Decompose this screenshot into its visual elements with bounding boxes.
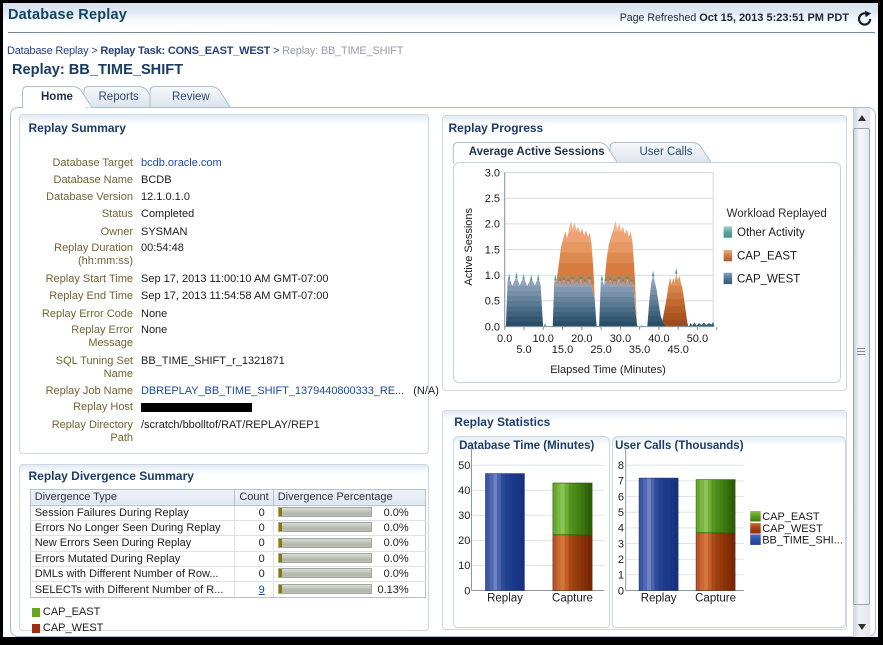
svg-text:10.0: 10.0 [533,333,554,345]
svg-text:30: 30 [458,510,470,522]
svg-text:15.0: 15.0 [552,345,573,357]
svg-text:8: 8 [618,460,624,472]
svg-text:1.0: 1.0 [485,270,500,282]
svg-text:1.5: 1.5 [485,245,500,257]
svg-text:CAP_WEST: CAP_WEST [762,523,823,535]
svg-text:3: 3 [618,538,624,550]
svg-text:50.0: 50.0 [687,333,708,345]
svg-text:Replay: Replay [640,592,676,604]
svg-text:0.5: 0.5 [485,296,500,308]
svg-text:0.0: 0.0 [497,333,512,345]
svg-text:Active Sessions: Active Sessions [463,208,475,286]
svg-text:30.0: 30.0 [610,333,631,345]
svg-text:7: 7 [618,476,624,488]
svg-text:Capture: Capture [552,592,593,604]
svg-text:10: 10 [458,560,470,572]
svg-text:2: 2 [618,554,624,566]
svg-text:Workload Replayed: Workload Replayed [727,208,827,220]
svg-text:35.0: 35.0 [629,345,650,357]
svg-text:6: 6 [618,491,624,503]
svg-text:20.0: 20.0 [571,333,592,345]
svg-text:40: 40 [458,485,470,497]
svg-text:Elapsed Time (Minutes): Elapsed Time (Minutes) [551,364,667,376]
svg-text:0: 0 [618,585,624,597]
svg-text:25.0: 25.0 [591,345,612,357]
svg-text:45.0: 45.0 [668,345,689,357]
svg-text:1: 1 [618,569,624,581]
svg-text:20: 20 [458,535,470,547]
svg-text:Replay: Replay [487,592,523,604]
svg-text:5.0: 5.0 [517,345,532,357]
svg-text:Other Activity: Other Activity [737,227,805,239]
svg-text:2.5: 2.5 [485,193,500,205]
svg-text:50: 50 [458,460,470,472]
svg-text:0.0: 0.0 [485,322,500,334]
svg-text:2.0: 2.0 [485,219,500,231]
svg-text:Capture: Capture [695,592,736,604]
svg-text:BB_TIME_SHI...: BB_TIME_SHI... [762,534,843,546]
svg-text:CAP_EAST: CAP_EAST [737,251,797,263]
svg-text:CAP_WEST: CAP_WEST [737,274,800,286]
svg-text:5: 5 [618,507,624,519]
svg-text:40.0: 40.0 [648,333,669,345]
svg-text:CAP_EAST: CAP_EAST [762,511,820,523]
svg-text:4: 4 [618,523,624,535]
svg-text:0: 0 [464,585,470,597]
svg-text:3.0: 3.0 [485,168,500,180]
